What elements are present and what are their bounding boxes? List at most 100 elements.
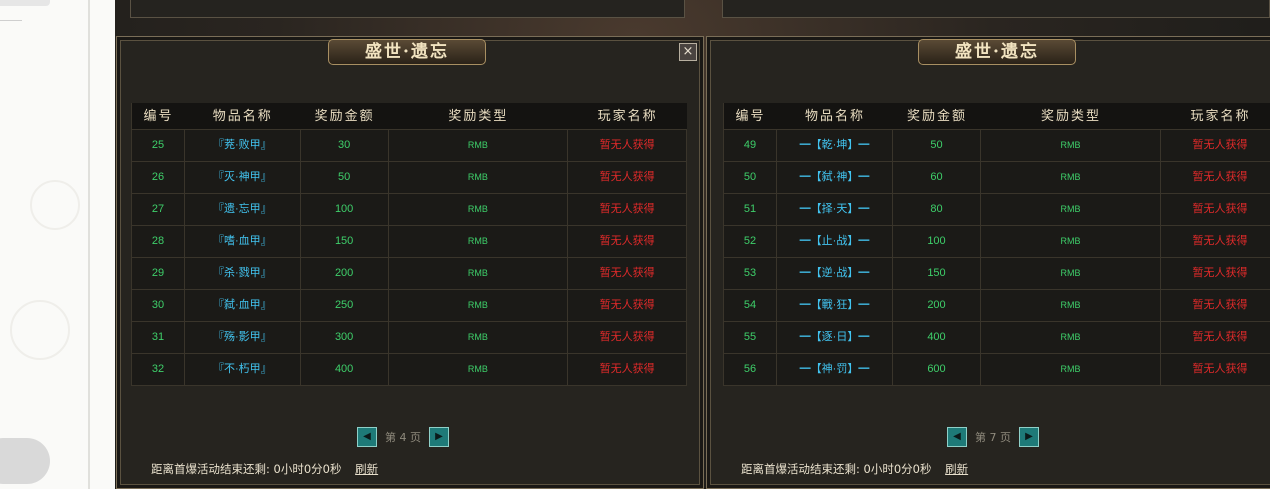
row-id: 28: [132, 226, 185, 257]
refresh-link[interactable]: 刷新: [355, 462, 378, 476]
table-header: 编号 物品名称 奖励金额 奖励类型 玩家名称: [132, 103, 687, 130]
table-row: 28 『嗜·血甲』 150 RMB 暂无人获得: [132, 226, 687, 258]
row-type: RMB: [389, 162, 569, 193]
reward-panel-left: 盛世·遗忘 × 编号 物品名称 奖励金额 奖励类型 玩家名称 25 『茺·败甲』 3…: [116, 36, 704, 489]
next-page-button[interactable]: ▶: [1019, 427, 1039, 447]
row-id: 50: [724, 162, 777, 193]
divider: [0, 20, 22, 21]
row-amount: 400: [301, 354, 389, 385]
row-player: 暂无人获得: [1161, 130, 1270, 161]
row-amount: 80: [893, 194, 981, 225]
countdown-footer: 距离首爆活动结束还剩: 0小时0分0秒 刷新: [151, 461, 378, 477]
row-item-name: 『杀·戮甲』: [185, 258, 301, 289]
row-player: 暂无人获得: [568, 354, 687, 385]
row-amount: 50: [301, 162, 389, 193]
row-amount: 50: [893, 130, 981, 161]
row-id: 29: [132, 258, 185, 289]
row-type: RMB: [981, 194, 1161, 225]
table-row: 49 ━【乾·坤】━ 50 RMB 暂无人获得: [724, 130, 1270, 162]
table-row: 51 ━【择·天】━ 80 RMB 暂无人获得: [724, 194, 1270, 226]
refresh-link[interactable]: 刷新: [945, 462, 968, 476]
row-amount: 100: [893, 226, 981, 257]
row-amount: 250: [301, 290, 389, 321]
row-type: RMB: [981, 322, 1161, 353]
page-indicator: 第 4 页: [385, 431, 421, 444]
row-player: 暂无人获得: [1161, 162, 1270, 193]
row-player: 暂无人获得: [568, 290, 687, 321]
header-amount: 奖励金额: [906, 109, 967, 124]
header-item-name: 物品名称: [212, 109, 273, 124]
header-id: 编号: [735, 109, 766, 124]
header-item-name: 物品名称: [804, 109, 865, 124]
row-player: 暂无人获得: [568, 194, 687, 225]
row-type: RMB: [981, 258, 1161, 289]
header-amount: 奖励金额: [314, 109, 375, 124]
page-indicator: 第 7 页: [975, 431, 1011, 444]
close-icon[interactable]: ×: [679, 43, 697, 61]
row-id: 31: [132, 322, 185, 353]
row-amount: 30: [301, 130, 389, 161]
row-item-name: ━【神·罚】━: [777, 354, 893, 385]
row-type: RMB: [981, 354, 1161, 385]
row-id: 54: [724, 290, 777, 321]
table-row: 25 『茺·败甲』 30 RMB 暂无人获得: [132, 130, 687, 162]
table-row: 32 『不·朽甲』 400 RMB 暂无人获得: [132, 354, 687, 386]
prev-page-button[interactable]: ◀: [357, 427, 377, 447]
table-row: 56 ━【神·罚】━ 600 RMB 暂无人获得: [724, 354, 1270, 386]
row-player: 暂无人获得: [1161, 354, 1270, 385]
row-amount: 200: [301, 258, 389, 289]
table-row: 31 『殇·影甲』 300 RMB 暂无人获得: [132, 322, 687, 354]
row-item-name: 『嗜·血甲』: [185, 226, 301, 257]
row-item-name: 『灭·神甲』: [185, 162, 301, 193]
scroll-pill[interactable]: [0, 438, 50, 484]
row-item-name: ━【乾·坤】━: [777, 130, 893, 161]
row-type: RMB: [389, 322, 569, 353]
row-item-name: ━【弑·神】━: [777, 162, 893, 193]
header-type: 奖励类型: [448, 109, 509, 124]
next-page-button[interactable]: ▶: [429, 427, 449, 447]
table-row: 30 『弑·血甲』 250 RMB 暂无人获得: [132, 290, 687, 322]
row-id: 26: [132, 162, 185, 193]
row-item-name: ━【戰·狂】━: [777, 290, 893, 321]
table-header: 编号 物品名称 奖励金额 奖励类型 玩家名称: [724, 103, 1270, 130]
pagination: ◀ 第 7 页 ▶: [947, 427, 1039, 447]
countdown-text: 距离首爆活动结束还剩: 0小时0分0秒: [151, 462, 342, 476]
table-row: 52 ━【止·战】━ 100 RMB 暂无人获得: [724, 226, 1270, 258]
previous-panel-edge: [130, 0, 685, 18]
row-item-name: 『殇·影甲』: [185, 322, 301, 353]
row-id: 51: [724, 194, 777, 225]
table-row: 54 ━【戰·狂】━ 200 RMB 暂无人获得: [724, 290, 1270, 322]
row-type: RMB: [389, 258, 569, 289]
header-player: 玩家名称: [597, 109, 658, 124]
countdown-footer: 距离首爆活动结束还剩: 0小时0分0秒 刷新: [741, 461, 968, 477]
row-id: 53: [724, 258, 777, 289]
row-item-name: ━【逆·战】━: [777, 258, 893, 289]
row-id: 27: [132, 194, 185, 225]
row-id: 30: [132, 290, 185, 321]
vertical-divider: [88, 0, 90, 489]
row-amount: 600: [893, 354, 981, 385]
prev-page-button[interactable]: ◀: [947, 427, 967, 447]
reward-table: 编号 物品名称 奖励金额 奖励类型 玩家名称 25 『茺·败甲』 30 RMB 暂无人获…: [131, 103, 687, 386]
table-row: 50 ━【弑·神】━ 60 RMB 暂无人获得: [724, 162, 1270, 194]
top-tab-shape: [0, 0, 50, 6]
row-player: 暂无人获得: [1161, 258, 1270, 289]
row-player: 暂无人获得: [568, 226, 687, 257]
row-amount: 150: [893, 258, 981, 289]
row-type: RMB: [389, 194, 569, 225]
row-item-name: 『遗·忘甲』: [185, 194, 301, 225]
row-type: RMB: [981, 290, 1161, 321]
row-player: 暂无人获得: [1161, 226, 1270, 257]
row-item-name: ━【逐·日】━: [777, 322, 893, 353]
decorative-flower: [30, 180, 80, 230]
previous-panel-edge: [722, 0, 1270, 18]
row-player: 暂无人获得: [568, 130, 687, 161]
row-item-name: 『茺·败甲』: [185, 130, 301, 161]
table-row: 26 『灭·神甲』 50 RMB 暂无人获得: [132, 162, 687, 194]
decorative-flower: [10, 300, 70, 360]
row-amount: 100: [301, 194, 389, 225]
row-player: 暂无人获得: [1161, 322, 1270, 353]
left-page-strip: [0, 0, 115, 489]
row-type: RMB: [389, 290, 569, 321]
row-item-name: ━【止·战】━: [777, 226, 893, 257]
